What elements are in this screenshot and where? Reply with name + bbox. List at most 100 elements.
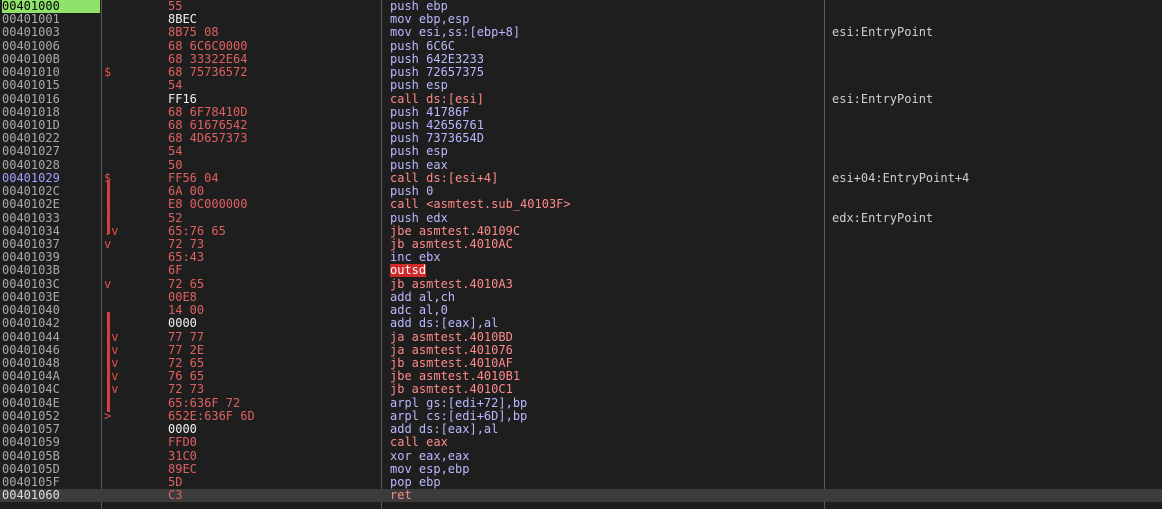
table-row[interactable]: 0040102E. E8 0C000000 call <asmtest.sub_40… <box>0 198 1162 211</box>
table-row[interactable]: 00401057 0000 add ds:[eax],al <box>0 423 1162 436</box>
gutter-marker: . <box>104 212 154 225</box>
address-cell: 00401039 <box>2 251 60 265</box>
table-row[interactable]: 00401046 .v 77 2E ja asmtest.401076 <box>0 344 1162 357</box>
instruction-cell: mov esp,ebp <box>390 462 470 476</box>
instruction-cell: push edx <box>390 211 448 225</box>
table-row[interactable]: 0040104E. 65:636F 72 arpl gs:[edi+72],bp <box>0 397 1162 410</box>
table-row[interactable]: 00401006 68 6C6C0000 push 6C6C <box>0 40 1162 53</box>
instruction-cell: push 0 <box>390 185 434 199</box>
table-row[interactable]: 0040105D 89EC mov esp,ebp <box>0 463 1162 476</box>
table-row[interactable]: 0040104A .v 76 65 jbe asmtest.4010B1 <box>0 370 1162 383</box>
instruction-cell: mov ebp,esp <box>390 13 470 27</box>
bytes-cell: 0000 <box>168 317 197 331</box>
table-row[interactable]: 00401044 .v 77 77 ja asmtest.4010BD <box>0 331 1162 344</box>
instruction-cell: add al,ch <box>390 290 456 304</box>
instruction-cell: push 41786F <box>390 105 470 119</box>
table-row[interactable]: 00401027 54 push esp <box>0 145 1162 158</box>
table-row[interactable]: 00401039 65:43 inc ebx <box>0 251 1162 264</box>
comment-cell: edx:EntryPoint <box>832 211 934 225</box>
bytes-cell: 72 65 <box>168 277 205 291</box>
instruction-cell: jb asmtest.4010AF <box>390 356 513 370</box>
bytes-cell: 50 <box>168 158 183 172</box>
table-row[interactable]: 00401016 FF16 call ds:[esi] esi:EntryPoint <box>0 93 1162 106</box>
bytes-cell: 55 <box>168 0 183 13</box>
instruction-cell: push ebp <box>390 0 448 13</box>
instruction-cell: inc ebx <box>390 251 441 265</box>
instruction-cell: call ds:[esi+4] <box>390 171 499 185</box>
instruction-cell: call eax <box>390 436 448 450</box>
gutter-marker: .v <box>104 343 119 357</box>
table-row[interactable]: 0040103C v 72 65 jb asmtest.4010A3 <box>0 278 1162 291</box>
gutter-marker: > <box>104 409 112 423</box>
table-row[interactable]: 0040103B 6F outsd <box>0 264 1162 278</box>
bytes-cell: 72 65 <box>168 356 205 370</box>
address-cell: 00401040 <box>2 304 60 318</box>
table-row[interactable]: 00401022 68 4D657373 push 7373654D <box>0 132 1162 145</box>
table-row[interactable]: 0040103E 00E8 add al,ch <box>0 291 1162 304</box>
table-row[interactable]: 00401001 8BEC mov ebp,esp <box>0 13 1162 26</box>
table-row[interactable]: 0040102C. 6A 00 push 0 <box>0 185 1162 198</box>
table-row[interactable]: 00401037 v 72 73 jb asmtest.4010AC <box>0 238 1162 251</box>
table-row[interactable]: 0040104C .v 72 73 jb asmtest.4010C1 <box>0 383 1162 396</box>
address-cell: 00401048 <box>2 356 60 370</box>
table-row[interactable]: 0040100B 68 33322E64 push 642E3233 <box>0 53 1162 66</box>
bytes-cell: 72 73 <box>168 237 205 251</box>
instruction-cell: push esp <box>390 145 448 159</box>
bytes-cell: 5D <box>168 475 183 489</box>
table-row[interactable]: 00401048 .v 72 65 jb asmtest.4010AF <box>0 357 1162 370</box>
bytes-cell: 31C0 <box>168 449 197 463</box>
bytes-cell: 14 00 <box>168 304 205 318</box>
table-row[interactable]: 00401060 C3 ret <box>0 489 1162 503</box>
address-cell: 0040101D <box>2 118 60 132</box>
address-cell: 0040102E <box>2 198 60 212</box>
instruction-cell: ja asmtest.401076 <box>390 343 513 357</box>
table-row[interactable]: 00401059 FFD0 call eax <box>0 436 1162 449</box>
table-row[interactable]: 0040105F 5D pop ebp <box>0 476 1162 489</box>
bytes-cell: 68 6C6C0000 <box>168 39 248 53</box>
address-cell: 0040104E <box>2 396 60 410</box>
address-cell: 0040104A <box>2 370 60 384</box>
table-row[interactable]: 00401028 50 push eax <box>0 159 1162 172</box>
bytes-cell: 54 <box>168 145 183 159</box>
table-row[interactable]: 00401029 $ FF56 04 call ds:[esi+4] esi+04:En… <box>0 172 1162 185</box>
bytes-cell: 89EC <box>168 462 197 476</box>
table-row[interactable]: 00401003 8B75 08 mov esi,ss:[ebp+8] esi:Ent… <box>0 26 1162 39</box>
gutter-marker: . <box>104 198 154 211</box>
instruction-cell: push 42656761 <box>390 118 484 132</box>
instruction-cell: jb asmtest.4010AC <box>390 237 513 251</box>
instruction-cell: call <asmtest.sub_40103F> <box>390 198 571 212</box>
table-row[interactable]: 00401033. 52 push edx edx:EntryPoint <box>0 212 1162 225</box>
table-row[interactable]: 00401042. 0000 add ds:[eax],al <box>0 317 1162 330</box>
bytes-cell: 52 <box>168 211 183 225</box>
table-row[interactable]: 00401010 $68 75736572 push 72657375 <box>0 66 1162 79</box>
address-cell: 00401006 <box>2 39 60 53</box>
table-row[interactable]: 0040101D 68 61676542 push 42656761 <box>0 119 1162 132</box>
table-row[interactable]: 00401040. 14 00 adc al,0 <box>0 304 1162 317</box>
instruction-cell: jb asmtest.4010A3 <box>390 277 513 291</box>
disassembly-view[interactable]: 00401000 55 push ebp 00401001 8BEC mov ebp,es… <box>0 0 1162 509</box>
gutter-marker: . <box>104 304 112 318</box>
table-row[interactable]: 00401015 54 push esp <box>0 79 1162 92</box>
bytes-cell: C3 <box>168 489 183 503</box>
address-cell: 00401042 <box>2 317 60 331</box>
table-row[interactable]: 00401000 55 push ebp <box>0 0 1162 13</box>
address-cell: 00401044 <box>2 330 60 344</box>
address-cell: 0040102C <box>2 185 60 199</box>
table-row[interactable]: 00401034 .v 65:76 65 jbe asmtest.40109C <box>0 225 1162 238</box>
instruction-cell: jbe asmtest.4010B1 <box>390 370 521 384</box>
table-row[interactable]: 00401018 68 6F78410D push 41786F <box>0 106 1162 119</box>
address-cell: 00401003 <box>2 26 60 40</box>
instruction-cell: arpl gs:[edi+72],bp <box>390 396 528 410</box>
bytes-cell: E8 0C000000 <box>168 198 248 212</box>
gutter-marker: $ <box>104 171 112 185</box>
address-cell: 00401060 <box>2 489 60 503</box>
bytes-cell: 65:76 65 <box>168 224 226 238</box>
instruction-cell: push 72657375 <box>390 66 484 80</box>
address-cell: 00401059 <box>2 436 60 450</box>
bytes-cell: 77 2E <box>168 343 205 357</box>
address-cell: 00401034 <box>2 224 60 238</box>
instruction-cell: push eax <box>390 158 448 172</box>
table-row[interactable]: 0040105B 31C0 xor eax,eax <box>0 450 1162 463</box>
table-row[interactable]: 00401052 >652E:636F 6D arpl cs:[edi+6D],bp <box>0 410 1162 423</box>
address-cell: 00401016 <box>2 92 60 106</box>
